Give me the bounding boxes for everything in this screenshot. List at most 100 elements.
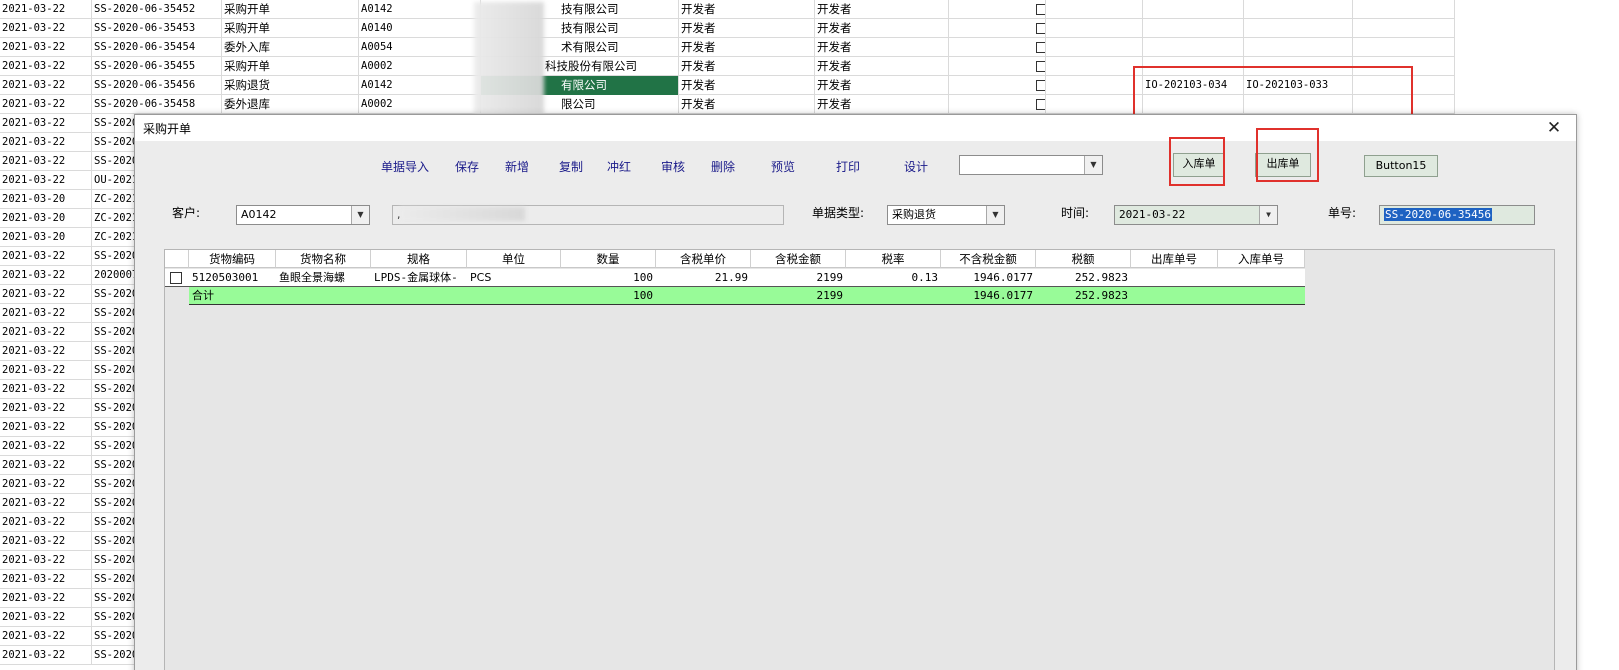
grid-cell[interactable] — [1131, 269, 1218, 287]
sheet-cell-in-no[interactable] — [1143, 19, 1244, 38]
sheet-cell-user1[interactable]: 开发者 — [679, 76, 815, 95]
sheet-cell-x1[interactable] — [1046, 38, 1143, 57]
sheet-cell-no[interactable]: SS-2020-06-35455 — [92, 57, 222, 76]
grid-header[interactable]: 数量 — [561, 250, 656, 268]
chevron-down-icon[interactable]: ▼ — [986, 206, 1004, 224]
chevron-down-icon[interactable]: ▼ — [1084, 156, 1102, 174]
sheet-cell-date[interactable]: 2021-03-22 — [0, 342, 92, 361]
sheet-cell-date[interactable]: 2021-03-22 — [0, 437, 92, 456]
close-icon[interactable]: ✕ — [1544, 118, 1564, 138]
doctype-combo[interactable]: 采购退货 ▼ — [887, 205, 1005, 225]
sheet-cell-type[interactable]: 采购退货 — [222, 76, 359, 95]
sheet-cell-x2[interactable] — [1353, 19, 1455, 38]
sheet-cell-date[interactable]: 2021-03-22 — [0, 399, 92, 418]
grid-header[interactable]: 单位 — [467, 250, 561, 268]
sheet-cell-chk[interactable] — [949, 0, 1046, 19]
new-button[interactable]: 新增 — [505, 158, 529, 175]
sheet-cell-chk[interactable] — [949, 19, 1046, 38]
sheet-cell-date[interactable]: 2021-03-22 — [0, 247, 92, 266]
toolbar-combo[interactable]: ▼ — [959, 155, 1103, 175]
time-combo[interactable]: 2021-03-22 ▼ — [1114, 205, 1278, 225]
sheet-cell-date[interactable]: 2021-03-22 — [0, 95, 92, 114]
sheet-cell-code[interactable]: A0140 — [359, 19, 481, 38]
grid-header[interactable]: 货物名称 — [276, 250, 371, 268]
reverse-button[interactable]: 冲红 — [607, 158, 631, 175]
sheet-cell-date[interactable]: 2021-03-22 — [0, 418, 92, 437]
sheet-cell-code[interactable]: A0142 — [359, 76, 481, 95]
sheet-cell-date[interactable]: 2021-03-22 — [0, 19, 92, 38]
sheet-cell-date[interactable]: 2021-03-22 — [0, 627, 92, 646]
sheet-cell-date[interactable]: 2021-03-22 — [0, 475, 92, 494]
grid-cell[interactable]: 21.99 — [656, 269, 751, 287]
sheet-cell-date[interactable]: 2021-03-20 — [0, 228, 92, 247]
grid-header[interactable]: 税额 — [1036, 250, 1131, 268]
copy-button[interactable]: 复制 — [559, 158, 583, 175]
sheet-cell-date[interactable]: 2021-03-22 — [0, 551, 92, 570]
sheet-cell-date[interactable]: 2021-03-22 — [0, 304, 92, 323]
button15[interactable]: Button15 — [1364, 155, 1438, 177]
sheet-cell-user2[interactable]: 开发者 — [815, 0, 949, 19]
sheet-cell-date[interactable]: 2021-03-22 — [0, 76, 92, 95]
sheet-cell-date[interactable]: 2021-03-22 — [0, 133, 92, 152]
sheet-cell-date[interactable]: 2021-03-22 — [0, 380, 92, 399]
customer-combo[interactable]: A0142 ▼ — [236, 205, 370, 225]
sheet-cell-code[interactable]: A0142 — [359, 0, 481, 19]
sheet-cell-date[interactable]: 2021-03-22 — [0, 532, 92, 551]
sheet-cell-out-no[interactable] — [1244, 19, 1353, 38]
sheet-cell-date[interactable]: 2021-03-22 — [0, 456, 92, 475]
sheet-cell-no[interactable]: SS-2020-06-35453 — [92, 19, 222, 38]
grid-header[interactable]: 入库单号 — [1218, 250, 1305, 268]
sheet-cell-type[interactable]: 采购开单 — [222, 19, 359, 38]
sheet-cell-user1[interactable]: 开发者 — [679, 0, 815, 19]
sheet-cell-user1[interactable]: 开发者 — [679, 38, 815, 57]
sheet-cell-date[interactable]: 2021-03-22 — [0, 646, 92, 665]
sheet-cell-chk[interactable] — [949, 76, 1046, 95]
grid-cell[interactable]: 252.9823 — [1036, 269, 1131, 287]
sheet-cell-date[interactable]: 2021-03-22 — [0, 494, 92, 513]
sheet-cell-user1[interactable]: 开发者 — [679, 19, 815, 38]
docno-field[interactable]: SS-2020-06-35456 — [1379, 205, 1535, 225]
sheet-cell-chk[interactable] — [949, 38, 1046, 57]
sheet-cell-user2[interactable]: 开发者 — [815, 76, 949, 95]
sheet-cell-date[interactable]: 2021-03-20 — [0, 209, 92, 228]
sheet-cell-x1[interactable] — [1046, 95, 1143, 114]
sheet-cell-type[interactable]: 委外入库 — [222, 38, 359, 57]
grid-header[interactable]: 货物编码 — [189, 250, 276, 268]
sheet-cell-type[interactable]: 采购开单 — [222, 57, 359, 76]
sheet-cell-x2[interactable] — [1353, 38, 1455, 57]
grid-cell[interactable] — [1218, 269, 1305, 287]
sheet-cell-date[interactable]: 2021-03-22 — [0, 114, 92, 133]
sheet-cell-user2[interactable]: 开发者 — [815, 38, 949, 57]
print-button[interactable]: 打印 — [836, 158, 860, 175]
sheet-cell-user2[interactable]: 开发者 — [815, 19, 949, 38]
sheet-row[interactable]: 2021-03-22 SS-2020-06-35454 委外入库 A0054 术有限公司… — [0, 38, 1455, 57]
grid-cell[interactable]: 100 — [561, 269, 656, 287]
preview-button[interactable]: 预览 — [771, 158, 795, 175]
save-button[interactable]: 保存 — [455, 158, 479, 175]
grid-cell[interactable]: 5120503001 — [189, 269, 276, 287]
sheet-cell-code[interactable]: A0002 — [359, 95, 481, 114]
chevron-down-icon[interactable]: ▼ — [351, 206, 369, 224]
sheet-cell-type[interactable]: 委外退库 — [222, 95, 359, 114]
sheet-cell-date[interactable]: 2021-03-22 — [0, 266, 92, 285]
row-checkbox[interactable] — [1036, 99, 1045, 110]
row-checkbox[interactable] — [1036, 23, 1045, 34]
grid-cell[interactable]: 鱼眼全景海螺 — [276, 269, 371, 287]
grid-header[interactable]: 规格 — [371, 250, 467, 268]
grid-cell[interactable]: LPDS-金属球体- — [371, 269, 467, 287]
sheet-cell-user1[interactable]: 开发者 — [679, 57, 815, 76]
grid-header[interactable]: 不含税金额 — [941, 250, 1036, 268]
sheet-row[interactable]: 2021-03-22 SS-2020-06-35452 采购开单 A0142 技有限公司… — [0, 0, 1455, 19]
row-checkbox[interactable] — [1036, 80, 1045, 91]
sheet-cell-date[interactable]: 2021-03-22 — [0, 38, 92, 57]
sheet-cell-date[interactable]: 2021-03-22 — [0, 608, 92, 627]
sheet-cell-no[interactable]: SS-2020-06-35452 — [92, 0, 222, 19]
grid-header[interactable]: 含税金额 — [751, 250, 846, 268]
sheet-cell-x1[interactable] — [1046, 19, 1143, 38]
design-button[interactable]: 设计 — [904, 158, 928, 175]
sheet-cell-date[interactable]: 2021-03-22 — [0, 152, 92, 171]
sheet-cell-date[interactable]: 2021-03-22 — [0, 285, 92, 304]
sheet-cell-date[interactable]: 2021-03-22 — [0, 589, 92, 608]
grid-cell[interactable]: 2199 — [751, 269, 846, 287]
sheet-cell-user1[interactable]: 开发者 — [679, 95, 815, 114]
